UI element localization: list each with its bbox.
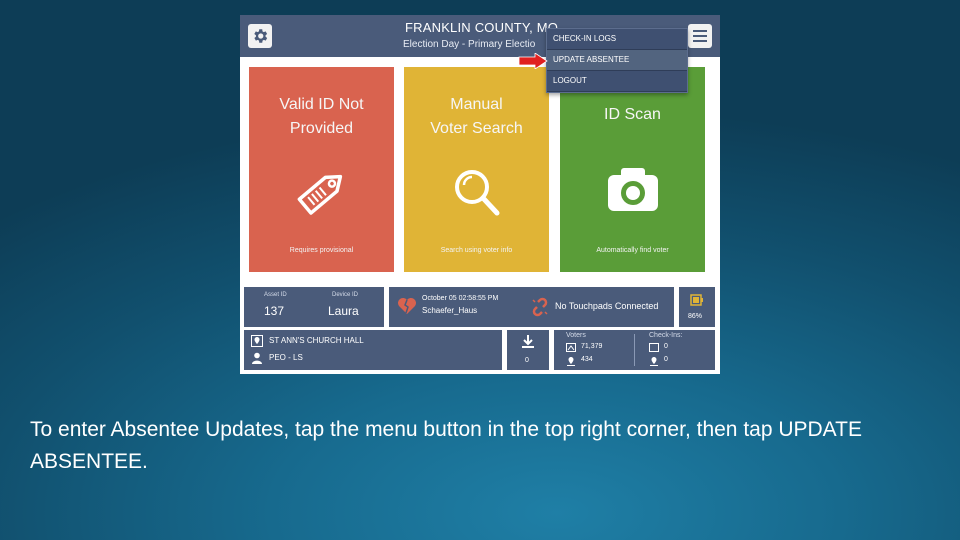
user-role: PEO - LS (269, 353, 303, 362)
manual-voter-search-tile[interactable]: Manual Voter Search Search using voter i… (404, 67, 549, 272)
id-scan-tile[interactable]: ID Scan Automatically find voter (560, 67, 705, 272)
camera-icon (607, 168, 658, 211)
menu-item-check-in-logs[interactable]: CHECK-IN LOGS (547, 29, 687, 50)
tile-title-line2: Voter Search (430, 120, 523, 137)
polling-place-name: ST ANN'S CHURCH HALL (269, 336, 364, 345)
tile-description: Automatically find voter (596, 247, 669, 254)
location-panel: ST ANN'S CHURCH HALL PEO - LS (244, 330, 502, 370)
map-pin-icon (251, 335, 263, 347)
tile-title-line2: Provided (289, 120, 354, 137)
device-info-panel: Asset ID 137 Device ID Laura (244, 287, 384, 327)
download-panel[interactable]: 0 (507, 330, 549, 370)
device-id-label: Device ID (332, 292, 359, 298)
location-icon (650, 357, 658, 366)
gear-icon (254, 29, 268, 43)
download-icon (522, 335, 534, 348)
voters-label: Voters (566, 332, 586, 339)
election-subtitle: Election Day - Primary Electio (403, 39, 536, 50)
battery-percent: 86% (688, 313, 703, 320)
instruction-caption: To enter Absentee Updates, tap the menu … (30, 418, 862, 473)
session-datetime: October 05 02:58:55 PM (422, 295, 499, 302)
magnifier-icon (454, 170, 499, 216)
red-arrow-annotation (518, 53, 548, 69)
tile-title-line1: ID Scan (604, 106, 661, 123)
divider (634, 334, 635, 366)
battery-panel: 86% (679, 287, 715, 327)
counts-panel: Voters 71,379 434 Check-Ins: 0 0 (554, 330, 715, 370)
broken-link-icon (532, 297, 548, 317)
checkins-label: Check-Ins: (649, 332, 683, 339)
map-icon (566, 343, 576, 352)
tile-title-line1: Valid ID Not (279, 96, 364, 113)
asset-id-label: Asset ID (264, 292, 287, 298)
dropdown-menu: CHECK-IN LOGS UPDATE ABSENTEE LOGOUT (546, 28, 688, 93)
location-icon (567, 357, 575, 366)
menu-item-logout[interactable]: LOGOUT (547, 71, 687, 92)
checkins-total: 0 (664, 343, 668, 350)
broken-heart-icon (398, 298, 416, 314)
poll-pad-app: FRANKLIN COUNTY, MO Election Day - Prima… (240, 15, 720, 374)
tablet-icon (649, 343, 659, 352)
tile-description: Requires provisional (289, 247, 354, 254)
download-count: 0 (525, 357, 529, 364)
session-info-panel: October 05 02:58:55 PM Schaefer_Haus No … (389, 287, 674, 327)
hamburger-icon (693, 30, 707, 32)
voters-total: 71,379 (581, 343, 603, 350)
tile-title-line1: Manual (450, 96, 503, 113)
asset-id-value: 137 (264, 304, 285, 318)
voters-local: 434 (581, 356, 593, 363)
session-user: Schaefer_Haus (422, 306, 478, 315)
battery-icon (690, 294, 703, 306)
touchpads-status: No Touchpads Connected (555, 301, 659, 311)
user-icon (252, 352, 262, 364)
menu-item-update-absentee[interactable]: UPDATE ABSENTEE (547, 50, 687, 71)
device-id-value: Laura (328, 304, 359, 318)
checkins-local: 0 (664, 356, 668, 363)
settings-button[interactable] (248, 24, 272, 48)
tag-icon (297, 174, 342, 215)
tile-description: Search using voter info (440, 247, 513, 254)
county-title: FRANKLIN COUNTY, MO (405, 20, 559, 35)
valid-id-not-provided-tile[interactable]: Valid ID Not Provided Requires provision… (249, 67, 394, 272)
menu-button[interactable] (688, 24, 712, 48)
